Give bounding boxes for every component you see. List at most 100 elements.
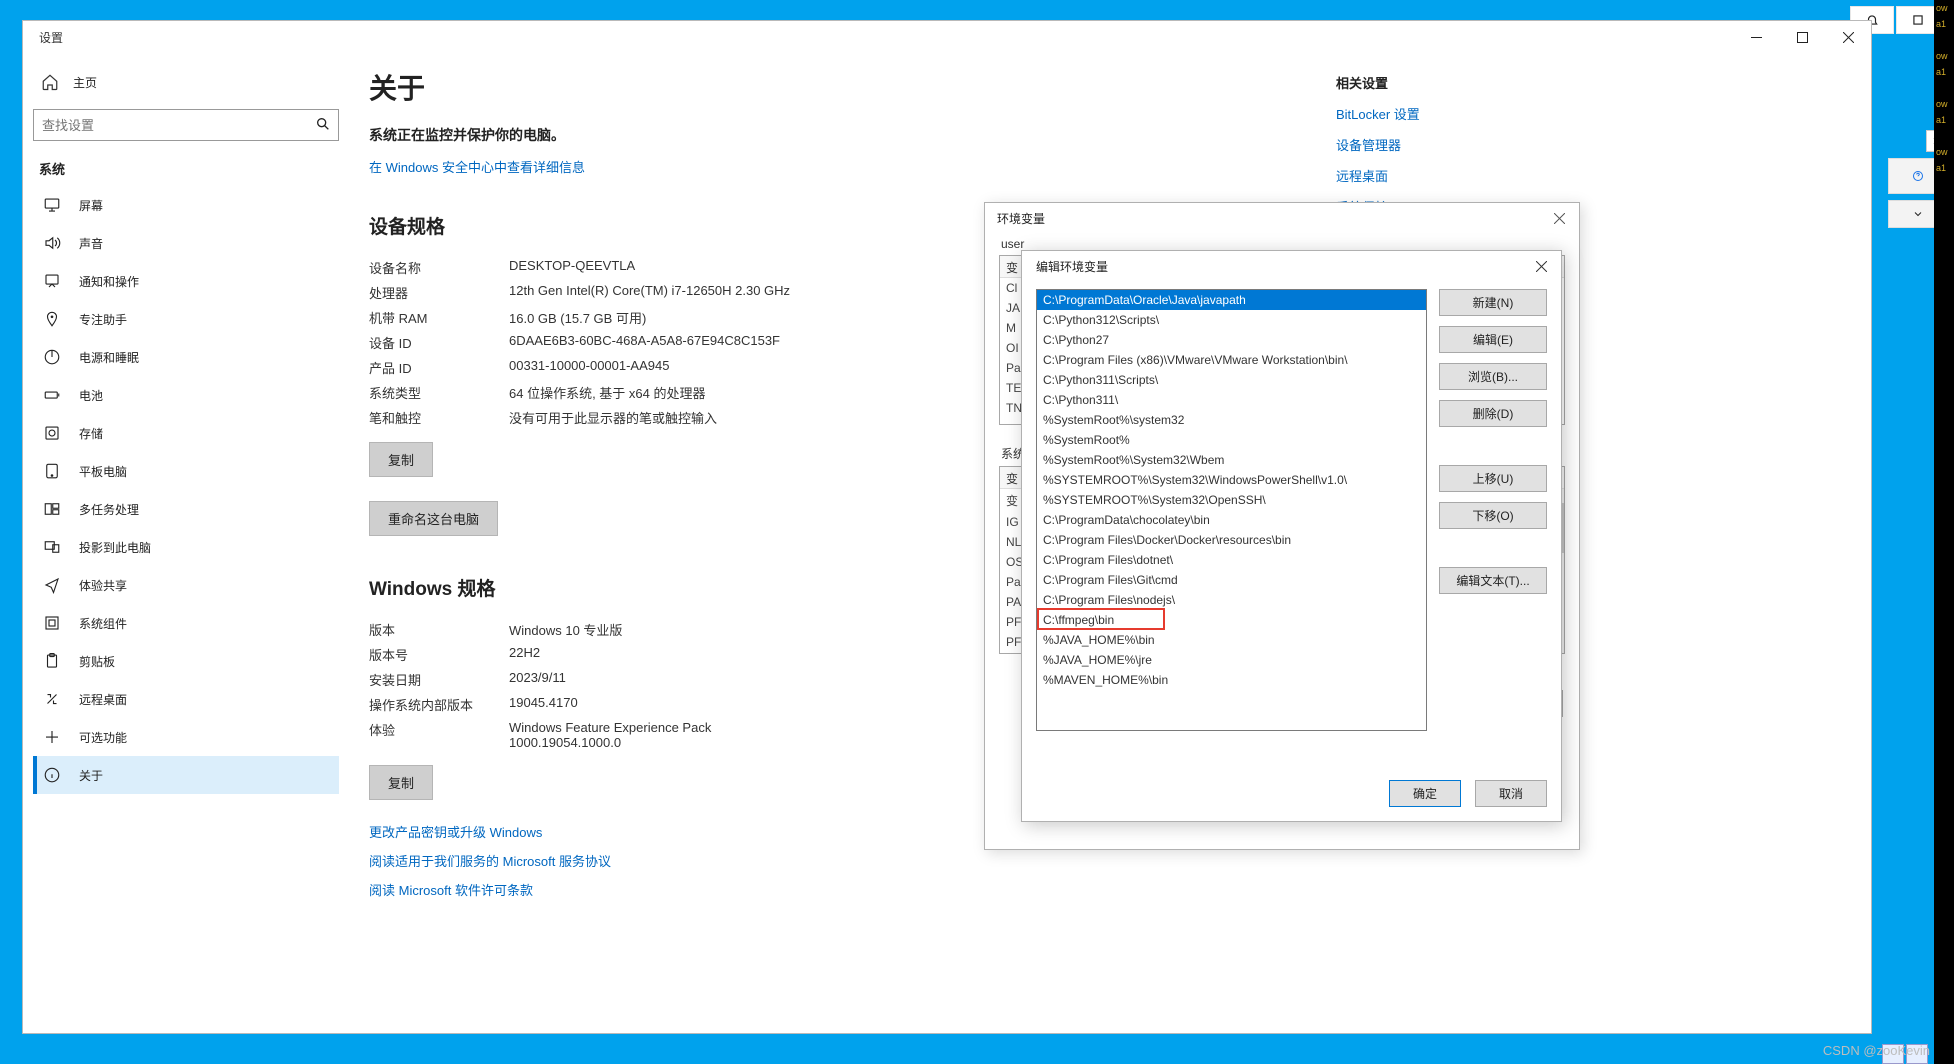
sidebar-item-label: 剪贴板: [79, 653, 115, 670]
sidebar-item-label: 电源和睡眠: [79, 349, 139, 366]
components-icon: [43, 614, 61, 632]
env-dialog-title: 环境变量: [997, 210, 1045, 227]
spec-label: 体验: [369, 720, 509, 750]
spec-label: 设备 ID: [369, 333, 509, 352]
spec-label: 版本: [369, 620, 509, 639]
sidebar-item-12[interactable]: 剪贴板: [33, 642, 339, 680]
related-link[interactable]: 远程桌面: [1336, 166, 1556, 185]
project-icon: [43, 538, 61, 556]
sidebar-item-3[interactable]: 专注助手: [33, 300, 339, 338]
new-button[interactable]: 新建(N): [1439, 289, 1547, 316]
path-row[interactable]: C:\Python27: [1037, 330, 1426, 350]
page-link[interactable]: 阅读 Microsoft 软件许可条款: [369, 880, 1296, 899]
sidebar-item-10[interactable]: 体验共享: [33, 566, 339, 604]
env-dialog-close-button[interactable]: [1547, 206, 1571, 230]
related-link[interactable]: 设备管理器: [1336, 135, 1556, 154]
home-label: 主页: [73, 74, 97, 91]
delete-button[interactable]: 删除(D): [1439, 400, 1547, 427]
edit-button[interactable]: 编辑(E): [1439, 326, 1547, 353]
background-terminal-strip: owa1 owa1 owa1 owa1: [1934, 0, 1954, 1064]
path-row[interactable]: C:\Program Files\nodejs\: [1037, 590, 1426, 610]
page-title: 关于: [369, 67, 1296, 107]
sidebar-item-6[interactable]: 存储: [33, 414, 339, 452]
edit-ok-button[interactable]: 确定: [1389, 780, 1461, 807]
path-row[interactable]: %MAVEN_HOME%\bin: [1037, 670, 1426, 690]
path-row[interactable]: %JAVA_HOME%\jre: [1037, 650, 1426, 670]
edit-text-button[interactable]: 编辑文本(T)...: [1439, 567, 1547, 594]
path-row[interactable]: %SystemRoot%: [1037, 430, 1426, 450]
sidebar-item-7[interactable]: 平板电脑: [33, 452, 339, 490]
path-row[interactable]: C:\Python311\: [1037, 390, 1426, 410]
sidebar-item-8[interactable]: 多任务处理: [33, 490, 339, 528]
window-title: 设置: [39, 29, 63, 46]
path-row[interactable]: C:\ProgramData\Oracle\Java\javapath: [1037, 290, 1426, 310]
path-row[interactable]: %SYSTEMROOT%\System32\OpenSSH\: [1037, 490, 1426, 510]
edit-cancel-button[interactable]: 取消: [1475, 780, 1547, 807]
maximize-button[interactable]: [1779, 21, 1825, 53]
path-row[interactable]: C:\Python311\Scripts\: [1037, 370, 1426, 390]
sidebar-item-label: 平板电脑: [79, 463, 127, 480]
search-box[interactable]: [33, 109, 339, 141]
sidebar-section: 系统: [33, 155, 339, 186]
spec-value: 64 位操作系统, 基于 x64 的处理器: [509, 383, 705, 402]
copy-button-2[interactable]: 复制: [369, 765, 433, 800]
sidebar-item-9[interactable]: 投影到此电脑: [33, 528, 339, 566]
close-button[interactable]: [1825, 21, 1871, 53]
path-row[interactable]: C:\Program Files (x86)\VMware\VMware Wor…: [1037, 350, 1426, 370]
related-title: 相关设置: [1336, 73, 1556, 92]
path-list[interactable]: C:\ProgramData\Oracle\Java\javapathC:\Py…: [1036, 289, 1427, 731]
path-row[interactable]: C:\Python312\Scripts\: [1037, 310, 1426, 330]
move-down-button[interactable]: 下移(O): [1439, 502, 1547, 529]
path-row[interactable]: C:\Program Files\dotnet\: [1037, 550, 1426, 570]
spec-label: 机带 RAM: [369, 308, 509, 327]
sidebar-item-0[interactable]: 屏幕: [33, 186, 339, 224]
page-link[interactable]: 阅读适用于我们服务的 Microsoft 服务协议: [369, 851, 1296, 870]
path-row[interactable]: C:\ProgramData\chocolatey\bin: [1037, 510, 1426, 530]
tablet-icon: [43, 462, 61, 480]
spec-label: 操作系统内部版本: [369, 695, 509, 714]
path-row[interactable]: C:\Program Files\Docker\Docker\resources…: [1037, 530, 1426, 550]
titlebar: 设置: [23, 21, 1871, 53]
browse-button[interactable]: 浏览(B)...: [1439, 363, 1547, 390]
spec-value: DESKTOP-QEEVTLA: [509, 258, 635, 277]
sidebar-item-1[interactable]: 声音: [33, 224, 339, 262]
path-row[interactable]: %SYSTEMROOT%\System32\WindowsPowerShell\…: [1037, 470, 1426, 490]
spec-value: 2023/9/11: [509, 670, 566, 689]
path-row[interactable]: C:\ffmpeg\bin: [1037, 610, 1426, 630]
path-row[interactable]: %SystemRoot%\System32\Wbem: [1037, 450, 1426, 470]
spec-label: 安装日期: [369, 670, 509, 689]
sidebar-item-label: 体验共享: [79, 577, 127, 594]
edit-dialog-close-button[interactable]: [1529, 254, 1553, 278]
focus-icon: [43, 310, 61, 328]
copy-button[interactable]: 复制: [369, 442, 433, 477]
sidebar-item-15[interactable]: 关于: [33, 756, 339, 794]
sidebar-item-label: 系统组件: [79, 615, 127, 632]
search-input[interactable]: [33, 109, 339, 141]
minimize-button[interactable]: [1733, 21, 1779, 53]
protect-line: 系统正在监控并保护你的电脑。: [369, 125, 1296, 145]
remote-icon: [43, 690, 61, 708]
spec-value: 22H2: [509, 645, 540, 664]
sidebar-item-14[interactable]: 可选功能: [33, 718, 339, 756]
sidebar-item-label: 多任务处理: [79, 501, 139, 518]
display-icon: [43, 196, 61, 214]
sidebar-item-label: 专注助手: [79, 311, 127, 328]
edit-dialog-title: 编辑环境变量: [1036, 258, 1108, 275]
sidebar-item-label: 关于: [79, 767, 103, 784]
path-row[interactable]: %JAVA_HOME%\bin: [1037, 630, 1426, 650]
rename-button[interactable]: 重命名这台电脑: [369, 501, 498, 536]
path-row[interactable]: %SystemRoot%\system32: [1037, 410, 1426, 430]
spec-label: 产品 ID: [369, 358, 509, 377]
sound-icon: [43, 234, 61, 252]
sidebar-item-11[interactable]: 系统组件: [33, 604, 339, 642]
sidebar-item-2[interactable]: 通知和操作: [33, 262, 339, 300]
related-link[interactable]: BitLocker 设置: [1336, 104, 1556, 123]
sidebar-item-5[interactable]: 电池: [33, 376, 339, 414]
home-nav[interactable]: 主页: [33, 65, 339, 99]
sidebar-item-13[interactable]: 远程桌面: [33, 680, 339, 718]
path-row[interactable]: C:\Program Files\Git\cmd: [1037, 570, 1426, 590]
security-link[interactable]: 在 Windows 安全中心中查看详细信息: [369, 157, 585, 176]
settings-window: 设置 主页 系统 屏幕声音通知和操作专注助手电源和睡眠电池存储平板电脑多任务处理…: [22, 20, 1872, 1034]
sidebar-item-4[interactable]: 电源和睡眠: [33, 338, 339, 376]
move-up-button[interactable]: 上移(U): [1439, 465, 1547, 492]
